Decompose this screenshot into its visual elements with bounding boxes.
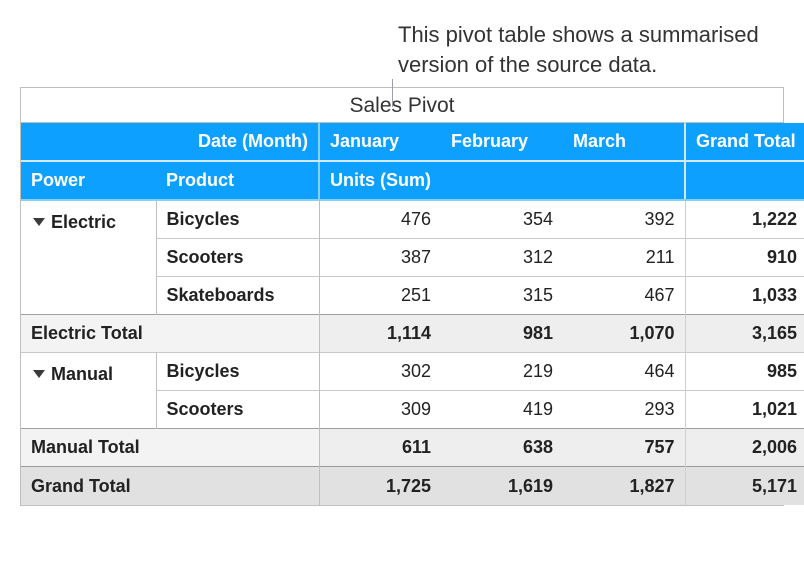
cell-total[interactable]: 1,021 <box>685 391 804 429</box>
cell-product[interactable]: Scooters <box>156 239 319 277</box>
callout-text: This pivot table shows a summarised vers… <box>398 20 784 79</box>
cell-total[interactable]: 3,165 <box>685 315 804 353</box>
cell-product[interactable]: Bicycles <box>156 353 319 391</box>
header-january[interactable]: January <box>319 123 441 161</box>
cell-mar[interactable]: 392 <box>563 200 685 239</box>
row-electric-bicycles: Electric Bicycles 476 354 392 1,222 <box>21 200 804 239</box>
chevron-down-icon[interactable] <box>33 370 45 378</box>
pivot-table-title: Sales Pivot <box>21 88 783 123</box>
cell-product[interactable]: Bicycles <box>156 200 319 239</box>
header-blank <box>21 123 156 161</box>
cell-feb[interactable]: 419 <box>441 391 563 429</box>
cell-feb[interactable]: 981 <box>441 315 563 353</box>
cell-mar[interactable]: 293 <box>563 391 685 429</box>
cell-feb[interactable]: 312 <box>441 239 563 277</box>
header-units-sum[interactable]: Units (Sum) <box>319 161 685 200</box>
cell-mar[interactable]: 757 <box>563 429 685 467</box>
group-electric[interactable]: Electric <box>21 200 156 315</box>
cell-jan[interactable]: 251 <box>319 277 441 315</box>
cell-total[interactable]: 985 <box>685 353 804 391</box>
cell-mar[interactable]: 464 <box>563 353 685 391</box>
cell-jan[interactable]: 387 <box>319 239 441 277</box>
header-row-months: Date (Month) January February March Gran… <box>21 123 804 161</box>
cell-mar[interactable]: 1,827 <box>563 467 685 505</box>
cell-total[interactable]: 1,222 <box>685 200 804 239</box>
callout-line1: This pivot table shows a summarised vers… <box>398 22 759 77</box>
cell-jan[interactable]: 302 <box>319 353 441 391</box>
cell-total[interactable]: 910 <box>685 239 804 277</box>
header-row-fields: Power Product Units (Sum) <box>21 161 804 200</box>
cell-product[interactable]: Skateboards <box>156 277 319 315</box>
row-manual-bicycles: Manual Bicycles 302 219 464 985 <box>21 353 804 391</box>
header-february[interactable]: February <box>441 123 563 161</box>
row-electric-total: Electric Total 1,114 981 1,070 3,165 <box>21 315 804 353</box>
cell-product[interactable]: Scooters <box>156 391 319 429</box>
cell-total[interactable]: 5,171 <box>685 467 804 505</box>
cell-mar[interactable]: 1,070 <box>563 315 685 353</box>
cell-mar[interactable]: 211 <box>563 239 685 277</box>
row-manual-total: Manual Total 611 638 757 2,006 <box>21 429 804 467</box>
subtotal-label[interactable]: Manual Total <box>21 429 319 467</box>
cell-jan[interactable]: 611 <box>319 429 441 467</box>
group-manual[interactable]: Manual <box>21 353 156 429</box>
callout-leader-line <box>392 79 393 107</box>
pivot-table-container: Sales Pivot Date (Month) January Februar… <box>20 87 784 506</box>
group-electric-label: Electric <box>51 212 116 232</box>
cell-jan[interactable]: 476 <box>319 200 441 239</box>
cell-total[interactable]: 2,006 <box>685 429 804 467</box>
cell-total[interactable]: 1,033 <box>685 277 804 315</box>
cell-jan[interactable]: 1,114 <box>319 315 441 353</box>
cell-jan[interactable]: 1,725 <box>319 467 441 505</box>
cell-feb[interactable]: 219 <box>441 353 563 391</box>
group-manual-label: Manual <box>51 364 113 384</box>
header-march[interactable]: March <box>563 123 685 161</box>
cell-feb[interactable]: 1,619 <box>441 467 563 505</box>
cell-feb[interactable]: 354 <box>441 200 563 239</box>
cell-jan[interactable]: 309 <box>319 391 441 429</box>
subtotal-label[interactable]: Electric Total <box>21 315 319 353</box>
header-date-month[interactable]: Date (Month) <box>156 123 319 161</box>
cell-feb[interactable]: 638 <box>441 429 563 467</box>
header-power[interactable]: Power <box>21 161 156 200</box>
cell-mar[interactable]: 467 <box>563 277 685 315</box>
pivot-table: Date (Month) January February March Gran… <box>21 123 804 505</box>
chevron-down-icon[interactable] <box>33 218 45 226</box>
header-product[interactable]: Product <box>156 161 319 200</box>
row-grand-total: Grand Total 1,725 1,619 1,827 5,171 <box>21 467 804 505</box>
grand-total-label[interactable]: Grand Total <box>21 467 319 505</box>
header-blank-2 <box>685 161 804 200</box>
header-grand-total[interactable]: Grand Total <box>685 123 804 161</box>
cell-feb[interactable]: 315 <box>441 277 563 315</box>
